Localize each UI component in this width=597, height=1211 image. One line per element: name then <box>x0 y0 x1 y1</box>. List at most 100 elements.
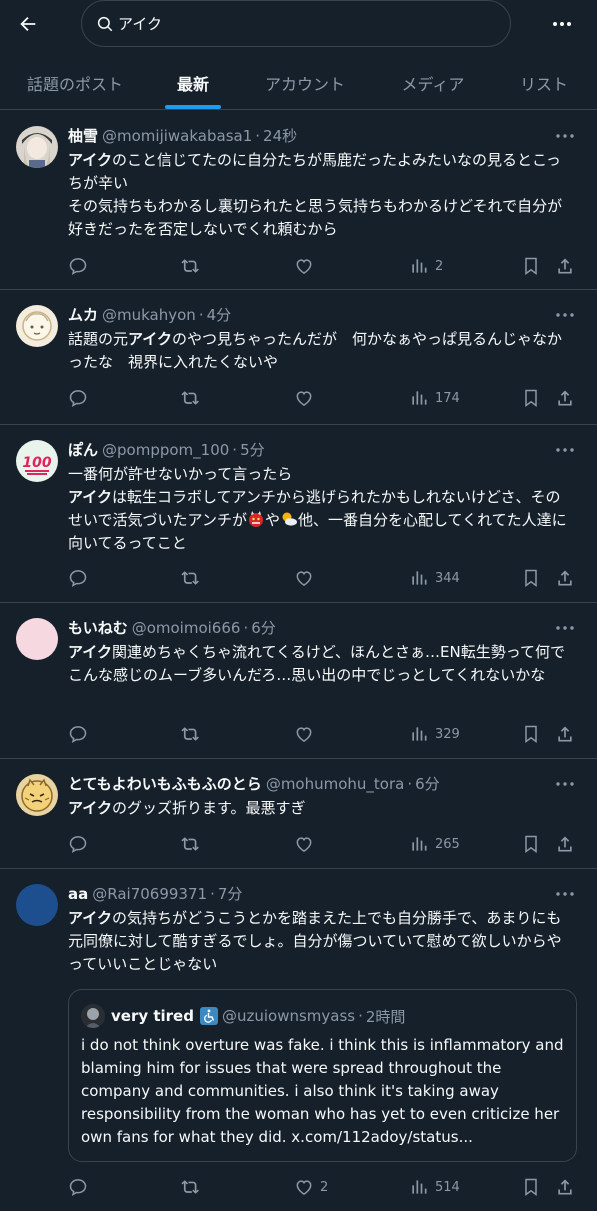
keyword-highlight: アイク <box>68 643 112 661</box>
reply-icon <box>69 258 87 276</box>
reply-icon <box>69 1179 87 1197</box>
display-name[interactable]: aa <box>68 885 88 903</box>
share-button[interactable] <box>555 254 575 278</box>
reply-button[interactable] <box>68 722 88 746</box>
keyword-highlight: アイク <box>68 151 112 169</box>
back-button[interactable] <box>14 10 42 38</box>
repost-icon <box>181 391 199 405</box>
avatar[interactable] <box>16 305 58 347</box>
tab-top[interactable]: 話題のポスト <box>22 56 128 109</box>
user-handle[interactable]: @omoimoi666 <box>132 619 241 637</box>
repost-button[interactable] <box>180 832 202 856</box>
reply-button[interactable] <box>68 832 88 856</box>
search-icon <box>97 16 113 31</box>
like-button[interactable] <box>294 386 320 410</box>
post-time[interactable]: 7分 <box>218 883 243 904</box>
quoted-post-text: i do not think overture was fake. i thin… <box>81 1036 564 1146</box>
reply-button[interactable] <box>68 1175 88 1199</box>
display-name[interactable]: とてもよわいもふもふのとら <box>68 773 262 794</box>
post-actions: 329 <box>0 722 597 746</box>
user-handle[interactable]: @mukahyon <box>102 306 196 324</box>
bar-chart-icon <box>412 259 427 273</box>
share-button[interactable] <box>555 566 575 590</box>
quoted-display-name: very tired <box>111 1007 194 1025</box>
post-more-button[interactable] <box>552 441 578 459</box>
avatar[interactable] <box>16 774 58 816</box>
views-button[interactable]: 174 <box>409 386 460 410</box>
views-button[interactable]: 329 <box>409 722 460 746</box>
repost-button[interactable] <box>180 1175 202 1199</box>
post[interactable]: ムカ @mukahyon · 4分 話題の元アイクのやつ見ちゃったんだが 何かな… <box>0 290 597 425</box>
tab-latest[interactable]: 最新 <box>165 56 221 109</box>
repost-button[interactable] <box>180 722 202 746</box>
bookmark-button[interactable] <box>522 254 540 278</box>
user-handle[interactable]: @pomppom_100 <box>102 441 229 459</box>
display-name[interactable]: ムカ <box>68 304 98 325</box>
view-count: 265 <box>435 836 460 852</box>
avatar[interactable] <box>16 884 58 926</box>
avatar[interactable] <box>16 618 58 660</box>
views-button[interactable]: 265 <box>409 832 460 856</box>
avatar[interactable] <box>16 126 58 168</box>
like-button[interactable]: 2 <box>294 1175 328 1199</box>
like-button[interactable] <box>294 566 320 590</box>
reply-button[interactable] <box>68 566 88 590</box>
views-button[interactable]: 344 <box>409 566 460 590</box>
post-text-part: のグッズ折ります。最悪すぎ <box>111 799 306 817</box>
bookmark-icon <box>525 389 537 407</box>
tab-people[interactable]: アカウント <box>260 56 350 109</box>
bookmark-button[interactable] <box>522 832 540 856</box>
user-handle[interactable]: @momijiwakabasa1 <box>102 127 252 145</box>
post-more-button[interactable] <box>552 885 578 903</box>
post-time[interactable]: 6分 <box>415 773 440 794</box>
like-button[interactable] <box>294 722 320 746</box>
repost-icon <box>181 571 199 585</box>
search-box[interactable] <box>81 0 511 47</box>
post-time[interactable]: 6分 <box>251 617 276 638</box>
post-more-button[interactable] <box>552 127 578 145</box>
repost-button[interactable] <box>180 566 202 590</box>
user-handle[interactable]: @Rai70699371 <box>92 885 207 903</box>
views-button[interactable]: 514 <box>409 1175 460 1199</box>
display-name[interactable]: 柚雪 <box>68 125 98 146</box>
view-count: 174 <box>435 390 460 406</box>
bookmark-button[interactable] <box>522 722 540 746</box>
post[interactable]: aa @Rai70699371 · 7分 アイクの気持ちがどうこうとかを踏まえた… <box>0 869 597 1211</box>
post[interactable]: 100 ぽん @pomppom_100 · 5分 一番何が許せないかって言ったら… <box>0 425 597 603</box>
post-more-button[interactable] <box>552 619 578 637</box>
more-options-button[interactable] <box>548 12 576 36</box>
search-input[interactable] <box>118 14 498 33</box>
post[interactable]: 柚雪 @momijiwakabasa1 · 24秒 アイクのこと信じてたのに自分… <box>0 111 597 290</box>
post-time[interactable]: 4分 <box>207 304 232 325</box>
bookmark-button[interactable] <box>522 386 540 410</box>
post-time[interactable]: 5分 <box>240 439 265 460</box>
post[interactable]: とてもよわいもふもふのとら @mohumohu_tora · 6分 アイクのグッ… <box>0 759 597 869</box>
repost-button[interactable] <box>180 254 202 278</box>
bookmark-button[interactable] <box>522 566 540 590</box>
display-name[interactable]: もいねむ <box>68 617 128 638</box>
avatar[interactable]: 100 <box>16 440 58 482</box>
like-button[interactable] <box>294 254 320 278</box>
quoted-post[interactable]: very tired @uzuiownsmyass · 2時間 i do not… <box>68 989 577 1162</box>
share-button[interactable] <box>555 722 575 746</box>
post-more-button[interactable] <box>552 775 578 793</box>
repost-button[interactable] <box>180 386 202 410</box>
like-button[interactable] <box>294 832 320 856</box>
share-button[interactable] <box>555 832 575 856</box>
bookmark-button[interactable] <box>522 1175 540 1199</box>
user-handle[interactable]: @mohumohu_tora <box>266 775 405 793</box>
post-more-button[interactable] <box>552 306 578 324</box>
post[interactable]: もいねむ @omoimoi666 · 6分 アイク関連めちゃくちゃ流れてくるけど… <box>0 603 597 759</box>
post-actions: 265 <box>0 832 597 856</box>
display-name[interactable]: ぽん <box>68 439 98 460</box>
tab-lists[interactable]: リスト <box>516 56 572 109</box>
post-text-part: 関連めちゃくちゃ流れてくるけど、ほんとさぁ…EN転生勢って何でこんな感じのムーブ… <box>68 643 565 684</box>
reply-button[interactable] <box>68 386 88 410</box>
share-button[interactable] <box>555 386 575 410</box>
reply-button[interactable] <box>68 254 88 278</box>
post-time[interactable]: 24秒 <box>263 125 297 146</box>
tab-media[interactable]: メディア <box>397 56 469 109</box>
share-button[interactable] <box>555 1175 575 1199</box>
views-button[interactable]: 2 <box>409 254 443 278</box>
post-actions: 344 <box>0 566 597 590</box>
